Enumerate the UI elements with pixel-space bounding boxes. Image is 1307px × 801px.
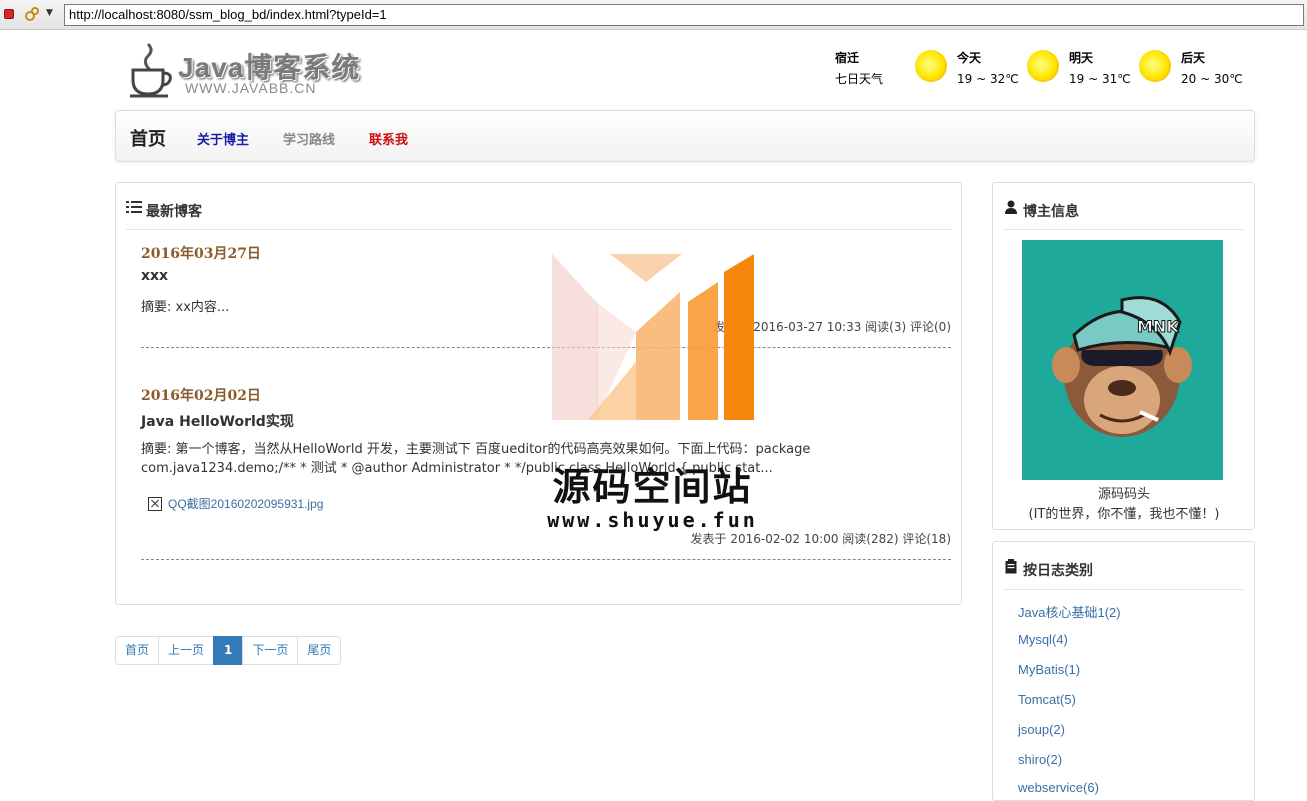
divider [1003,229,1244,230]
user-icon [1005,200,1017,214]
category-link[interactable]: webservice(6) [1018,780,1099,795]
category-link[interactable]: Mysql(4) [1018,632,1068,647]
category-link[interactable]: MyBatis(1) [1018,662,1080,677]
nav-about[interactable]: 关于博主 [197,129,249,148]
panel-title: 最新博客 [146,204,202,220]
category-link[interactable]: Tomcat(5) [1018,692,1076,707]
page-first[interactable]: 首页 [115,636,160,665]
svg-text:MNK: MNK [1137,317,1179,336]
watermark-text: 源码空间站 [552,465,753,509]
stop-icon[interactable] [4,9,14,19]
blog-date: 2016年03月27日 [141,246,261,262]
weather-city: 宿迁 七日天气 [835,48,883,90]
day-temp: 19 ~ 31℃ [1069,72,1131,86]
site-logo[interactable]: Java博客系统 WWW.JAVABB.CN [128,38,368,100]
category-link[interactable]: Java核心基础1(2) [1018,602,1121,621]
compatibility-icon[interactable] [24,6,40,22]
owner-motto: (IT的世界，你不懂，我也不懂！) [1028,507,1220,522]
main-navbar: 首页 关于博主 学习路线 联系我 [115,110,1255,162]
sun-icon [1027,50,1059,82]
panel-title: 博主信息 [1023,204,1079,220]
category-link[interactable]: jsoup(2) [1018,722,1065,737]
sun-icon [915,50,947,82]
address-bar[interactable]: http://localhost:8080/ssm_blog_bd/index.… [64,4,1304,26]
city-name: 宿迁 [835,51,860,65]
day-name: 明天 [1069,51,1094,65]
divider [141,559,951,560]
day-temp: 20 ~ 30℃ [1181,72,1243,86]
nav-learning-path[interactable]: 学习路线 [283,129,335,148]
page-current[interactable]: 1 [213,636,244,665]
day-name: 后天 [1181,51,1206,65]
nav-contact[interactable]: 联系我 [369,129,408,148]
weather-day-today: 今天 19 ~ 32℃ [957,48,1019,90]
day-temp: 19 ~ 32℃ [957,72,1019,86]
chevron-down-icon[interactable]: ▼ [46,8,53,18]
blog-image-broken[interactable]: QQ截图20160202095931.jpg [148,495,323,512]
weather-day-tomorrow: 明天 19 ~ 31℃ [1069,48,1131,90]
pagination: 首页 上一页 1 下一页 尾页 [115,636,342,665]
watermark-url: www.shuyue.fun [547,508,758,532]
divider [141,347,951,348]
owner-name: 源码码头 [1097,487,1150,502]
browser-toolbar: ▼ http://localhost:8080/ssm_blog_bd/inde… [0,0,1307,30]
blog-summary: 摘要: xx内容... [141,300,230,315]
monkey-avatar-image: MNK [1052,296,1192,437]
page-prev[interactable]: 上一页 [158,636,215,665]
page-next[interactable]: 下一页 [242,636,299,665]
panel-title: 按日志类别 [1023,563,1093,579]
coffee-cup-icon [130,42,172,98]
weather-label: 七日天气 [835,72,884,86]
nav-home[interactable]: 首页 [130,125,166,151]
image-alt-text: QQ截图20160202095931.jpg [168,497,324,511]
owner-avatar: MNK [1022,240,1223,480]
divider [1003,589,1244,590]
clipboard-icon [1005,559,1017,574]
page-last[interactable]: 尾页 [297,636,342,665]
day-name: 今天 [957,51,982,65]
blog-title[interactable]: Java HelloWorld实现 [141,411,294,431]
watermark-logo [552,254,754,420]
broken-image-icon [148,497,162,511]
category-link[interactable]: shiro(2) [1018,752,1062,767]
blog-title[interactable]: xxx [141,268,168,284]
divider [126,229,951,230]
blog-date: 2016年02月02日 [141,388,261,404]
logo-subtitle: WWW.JAVABB.CN [185,80,317,96]
list-icon [126,201,142,213]
weather-day-after: 后天 20 ~ 30℃ [1181,48,1243,90]
blog-info: 发表于 2016-02-02 10:00 阅读(282) 评论(18) [690,532,951,546]
sun-icon [1139,50,1171,82]
